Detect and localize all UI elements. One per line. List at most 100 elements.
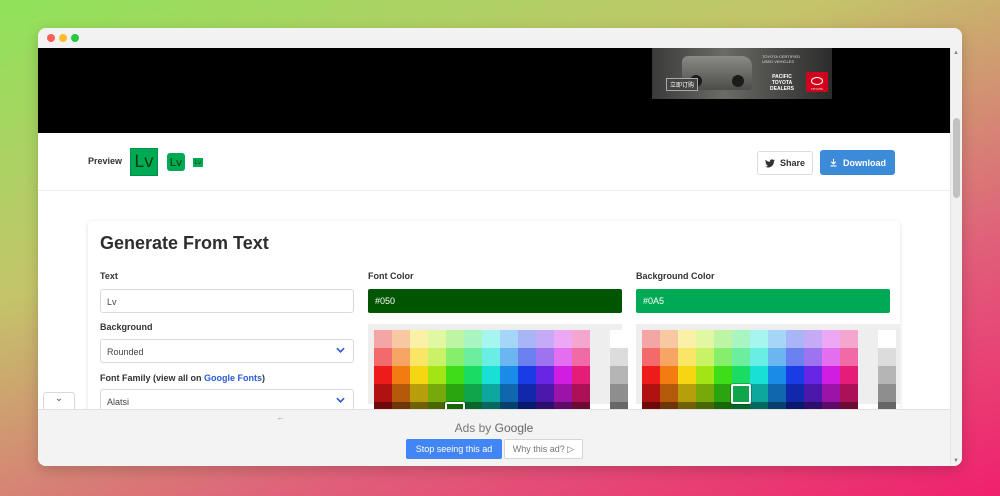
google-fonts-link[interactable]: Google Fonts (204, 373, 262, 383)
color-swatch[interactable] (714, 366, 732, 384)
color-swatch[interactable] (768, 348, 786, 366)
color-swatch[interactable] (554, 330, 572, 348)
gray-swatch[interactable] (878, 366, 896, 384)
color-swatch[interactable] (518, 330, 536, 348)
color-swatch[interactable] (660, 384, 678, 402)
color-swatch[interactable] (410, 384, 428, 402)
color-swatch[interactable] (840, 366, 858, 384)
color-swatch[interactable] (464, 330, 482, 348)
color-swatch[interactable] (750, 366, 768, 384)
color-swatch[interactable] (714, 348, 732, 366)
gray-swatch[interactable] (610, 384, 628, 402)
color-swatch[interactable] (392, 366, 410, 384)
color-swatch[interactable] (572, 366, 590, 384)
color-swatch[interactable] (678, 384, 696, 402)
color-swatch[interactable] (696, 330, 714, 348)
color-swatch[interactable] (678, 330, 696, 348)
color-swatch[interactable] (554, 366, 572, 384)
color-swatch[interactable] (392, 330, 410, 348)
text-input[interactable]: Lv (100, 289, 354, 313)
color-swatch[interactable] (732, 366, 750, 384)
color-swatch[interactable] (428, 384, 446, 402)
color-swatch[interactable] (428, 366, 446, 384)
color-swatch[interactable] (572, 348, 590, 366)
color-swatch[interactable] (500, 366, 518, 384)
color-swatch[interactable] (536, 384, 554, 402)
color-swatch[interactable] (642, 384, 660, 402)
color-swatch[interactable] (518, 348, 536, 366)
color-swatch[interactable] (482, 348, 500, 366)
ad-creative[interactable]: 立即订购 TOYOTA CERTIFIED USED VEHICLES PACI… (652, 48, 832, 99)
color-swatch[interactable] (500, 384, 518, 402)
color-swatch[interactable] (446, 384, 464, 402)
color-swatch[interactable] (678, 348, 696, 366)
collapse-ad-button[interactable]: ⌄ (43, 392, 75, 410)
color-swatch[interactable] (786, 384, 804, 402)
gray-swatch[interactable] (878, 348, 896, 366)
color-swatch[interactable] (428, 330, 446, 348)
color-swatch[interactable] (714, 330, 732, 348)
color-swatch[interactable] (464, 348, 482, 366)
color-swatch[interactable] (536, 348, 554, 366)
gray-swatch[interactable] (610, 348, 628, 366)
scroll-down-arrow-icon[interactable]: ▼ (953, 458, 959, 464)
color-swatch[interactable] (822, 366, 840, 384)
color-swatch[interactable] (536, 330, 554, 348)
color-swatch[interactable] (768, 384, 786, 402)
color-swatch[interactable] (374, 330, 392, 348)
color-swatch[interactable] (642, 330, 660, 348)
color-swatch[interactable] (822, 384, 840, 402)
color-swatch[interactable] (374, 348, 392, 366)
color-swatch[interactable] (750, 348, 768, 366)
color-swatch[interactable] (428, 348, 446, 366)
color-swatch[interactable] (446, 366, 464, 384)
maximize-window-button[interactable] (71, 34, 79, 42)
color-swatch[interactable] (464, 366, 482, 384)
color-swatch[interactable] (840, 330, 858, 348)
color-swatch[interactable] (464, 384, 482, 402)
color-swatch[interactable] (768, 330, 786, 348)
scroll-thumb[interactable] (953, 118, 960, 198)
color-swatch[interactable] (696, 348, 714, 366)
color-swatch[interactable] (410, 366, 428, 384)
color-swatch[interactable] (518, 366, 536, 384)
gray-swatch[interactable] (878, 330, 896, 348)
gray-swatch[interactable] (610, 366, 628, 384)
color-swatch[interactable] (714, 384, 732, 402)
color-swatch[interactable] (500, 348, 518, 366)
color-swatch[interactable] (768, 366, 786, 384)
color-swatch[interactable] (840, 348, 858, 366)
color-swatch[interactable] (642, 366, 660, 384)
gray-swatch[interactable] (610, 330, 628, 348)
color-swatch[interactable] (482, 330, 500, 348)
vertical-scrollbar[interactable]: ▲ ▼ (950, 48, 962, 466)
why-this-ad-button[interactable]: Why this ad? ▷ (504, 439, 583, 459)
color-swatch[interactable] (572, 330, 590, 348)
color-swatch[interactable] (410, 330, 428, 348)
color-swatch[interactable] (572, 384, 590, 402)
color-swatch[interactable] (786, 348, 804, 366)
color-swatch[interactable] (822, 348, 840, 366)
color-swatch[interactable] (696, 384, 714, 402)
color-swatch[interactable] (786, 330, 804, 348)
gray-swatch[interactable] (878, 384, 896, 402)
share-button[interactable]: Share (757, 151, 813, 175)
background-color-input[interactable]: #0A5 (636, 289, 890, 313)
color-swatch[interactable] (482, 366, 500, 384)
background-color-selected-swatch[interactable] (731, 384, 751, 404)
color-swatch[interactable] (482, 384, 500, 402)
color-swatch[interactable] (804, 330, 822, 348)
color-swatch[interactable] (822, 330, 840, 348)
color-swatch[interactable] (660, 366, 678, 384)
color-swatch[interactable] (804, 366, 822, 384)
color-swatch[interactable] (840, 384, 858, 402)
color-swatch[interactable] (660, 330, 678, 348)
close-window-button[interactable] (47, 34, 55, 42)
color-swatch[interactable] (750, 384, 768, 402)
color-swatch[interactable] (732, 348, 750, 366)
color-swatch[interactable] (446, 330, 464, 348)
color-swatch[interactable] (804, 348, 822, 366)
color-swatch[interactable] (518, 384, 536, 402)
download-button[interactable]: Download (820, 150, 895, 175)
color-swatch[interactable] (374, 384, 392, 402)
